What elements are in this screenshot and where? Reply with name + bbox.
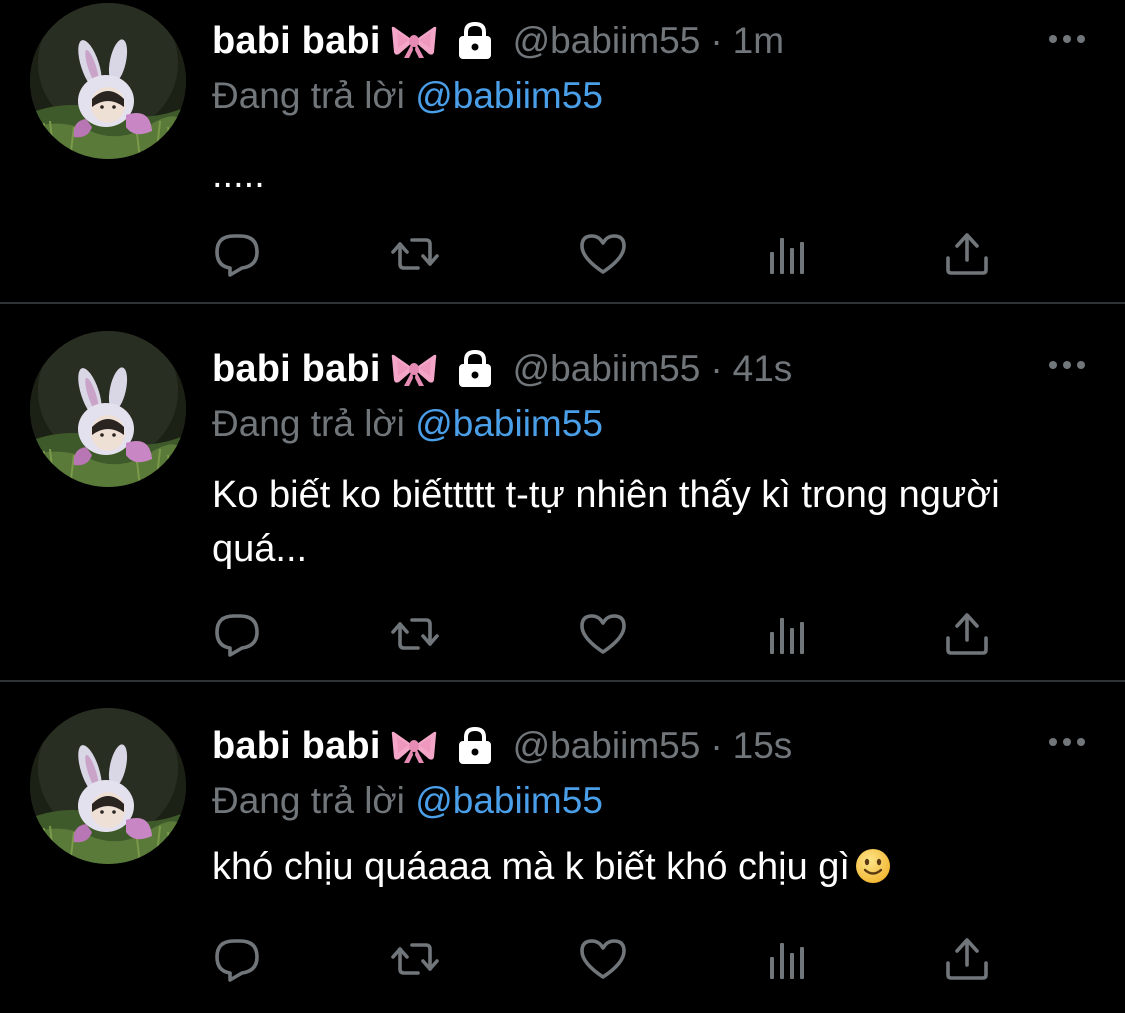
views-button[interactable] xyxy=(762,610,812,658)
tweet-text-content: khó chịu quáaaa mà k biết khó chịu gì xyxy=(212,846,850,888)
views-button[interactable] xyxy=(762,935,812,983)
replying-to-handle-link[interactable]: @babiim55 xyxy=(415,403,603,444)
more-options-icon[interactable] xyxy=(1047,358,1087,372)
avatar[interactable] xyxy=(30,3,186,159)
timestamp[interactable]: 1m xyxy=(733,20,784,62)
lock-icon xyxy=(455,21,495,61)
display-name[interactable]: babi babi xyxy=(212,725,381,768)
tweet-actions xyxy=(212,935,1002,983)
share-button[interactable] xyxy=(942,610,992,658)
tweet-text: ..... xyxy=(212,154,265,196)
views-icon xyxy=(762,935,812,983)
ribbon-emoji-icon xyxy=(391,22,437,60)
replying-to: Đang trả lời @babiim55 xyxy=(212,75,603,117)
reply-icon xyxy=(212,610,262,658)
tweet-header: babi babi @babiim55 · 41s xyxy=(212,347,792,391)
replying-to: Đang trả lời @babiim55 xyxy=(212,403,603,445)
ribbon-emoji-icon xyxy=(391,727,437,765)
tweet-actions xyxy=(212,230,1002,278)
ribbon-emoji-icon xyxy=(391,350,437,388)
retweet-icon xyxy=(390,230,440,278)
reply-icon xyxy=(212,935,262,983)
tweet-header: babi babi @babiim55 · 15s xyxy=(212,724,792,768)
more-options-icon[interactable] xyxy=(1047,735,1087,749)
share-icon xyxy=(942,935,992,983)
reply-button[interactable] xyxy=(212,610,262,658)
tweet[interactable]: babi babi @babiim55 · 15s Đang trả lời @… xyxy=(0,682,1125,1013)
retweet-button[interactable] xyxy=(390,230,440,278)
replying-to-handle-link[interactable]: @babiim55 xyxy=(415,75,603,116)
like-button[interactable] xyxy=(578,935,628,983)
replying-to-label: Đang trả lời xyxy=(212,75,405,116)
lock-icon xyxy=(455,349,495,389)
tweet-text: khó chịu quáaaa mà k biết khó chịu gì xyxy=(212,840,1072,894)
slightly-smiling-face-icon xyxy=(854,847,892,885)
user-handle[interactable]: @babiim55 xyxy=(513,20,701,62)
views-icon xyxy=(762,230,812,278)
tweet-actions xyxy=(212,610,1002,658)
separator-dot: · xyxy=(710,725,723,766)
separator-dot: · xyxy=(710,348,723,389)
tweet-header: babi babi @babiim55 · 1m xyxy=(212,19,784,63)
replying-to: Đang trả lời @babiim55 xyxy=(212,780,603,822)
tweet[interactable]: babi babi @babiim55 · 41s Đang trả lời @… xyxy=(0,304,1125,682)
replying-to-label: Đang trả lời xyxy=(212,403,405,444)
lock-icon xyxy=(455,726,495,766)
tweet-text: Ko biết ko biếttttt t-tự nhiên thấy kì t… xyxy=(212,474,1000,570)
retweet-icon xyxy=(390,610,440,658)
display-name[interactable]: babi babi xyxy=(212,348,381,391)
like-icon xyxy=(578,610,628,658)
like-icon xyxy=(578,935,628,983)
replying-to-handle-link[interactable]: @babiim55 xyxy=(415,780,603,821)
more-options-icon[interactable] xyxy=(1047,32,1087,46)
like-icon xyxy=(578,230,628,278)
user-handle[interactable]: @babiim55 xyxy=(513,725,701,767)
share-icon xyxy=(942,610,992,658)
retweet-button[interactable] xyxy=(390,610,440,658)
share-button[interactable] xyxy=(942,230,992,278)
views-icon xyxy=(762,610,812,658)
like-button[interactable] xyxy=(578,230,628,278)
avatar[interactable] xyxy=(30,331,186,487)
separator-dot: · xyxy=(710,20,723,61)
timestamp[interactable]: 41s xyxy=(733,348,793,390)
reply-button[interactable] xyxy=(212,230,262,278)
reply-button[interactable] xyxy=(212,935,262,983)
views-button[interactable] xyxy=(762,230,812,278)
like-button[interactable] xyxy=(578,610,628,658)
share-icon xyxy=(942,230,992,278)
retweet-icon xyxy=(390,935,440,983)
timestamp[interactable]: 15s xyxy=(733,725,793,767)
share-button[interactable] xyxy=(942,935,992,983)
replying-to-label: Đang trả lời xyxy=(212,780,405,821)
tweet[interactable]: babi babi @babiim55 · 1m Đang trả lời @b… xyxy=(0,0,1125,304)
display-name[interactable]: babi babi xyxy=(212,20,381,63)
user-handle[interactable]: @babiim55 xyxy=(513,348,701,390)
avatar[interactable] xyxy=(30,708,186,864)
retweet-button[interactable] xyxy=(390,935,440,983)
reply-icon xyxy=(212,230,262,278)
